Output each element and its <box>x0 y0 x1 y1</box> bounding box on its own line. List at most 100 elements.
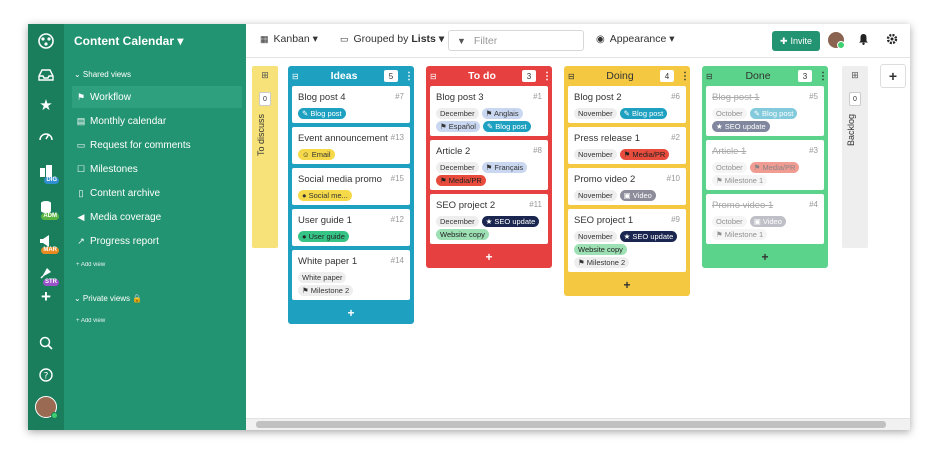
list-name[interactable]: Doing <box>580 70 660 82</box>
task-card[interactable]: SEO project 2 #11 December ★ SEO update Webs… <box>430 194 548 244</box>
member-avatar[interactable] <box>828 32 845 49</box>
card-list: Blog post 4 #7 ✎ Blog post Event announceme… <box>292 86 410 300</box>
sidebar-item-progress-report[interactable]: ↗ Progress report <box>72 230 242 252</box>
task-card[interactable]: Press release 1 #2 November ⚑ Media/PR <box>568 127 686 164</box>
sidebar-item-workflow[interactable]: ⚑ Workflow <box>72 86 242 108</box>
user-avatar[interactable] <box>33 396 59 419</box>
workspace-adm-icon[interactable]: ADM <box>33 196 59 220</box>
list-header: ⊟ Doing 4 ⋮ <box>568 66 690 86</box>
list-count: 3 <box>522 70 536 82</box>
card-list: Blog post 1 #5 October ✎ Blog post ★ SEO upd… <box>706 86 824 244</box>
collapse-icon[interactable]: ⊟ <box>430 72 442 81</box>
card-tags: ● User guide <box>298 231 404 242</box>
logo-icon[interactable] <box>33 30 59 52</box>
add-private-view-button[interactable]: + Add view <box>76 318 105 324</box>
card-title: User guide 1 <box>298 215 352 226</box>
card-number: #3 <box>809 146 818 155</box>
appearance-menu[interactable]: ◉ Appearance ▾ <box>596 33 675 45</box>
inbox-icon[interactable] <box>33 64 59 86</box>
view-switcher[interactable]: ▦ Kanban ▾ <box>260 33 318 45</box>
horizontal-scrollbar[interactable] <box>246 418 910 430</box>
add-workspace-icon[interactable]: + <box>33 286 59 308</box>
list-done: ⊟ Done 3 ⋮ Blog post 1 #5 October ✎ Blog po… <box>702 66 828 268</box>
sidebar-item-media-coverage[interactable]: ◀ Media coverage <box>72 206 242 228</box>
add-card-button[interactable]: + <box>430 248 548 268</box>
add-list-button[interactable]: + <box>880 64 906 88</box>
tag-badge: ● Social me... <box>298 190 352 201</box>
sidebar-item-label: Workflow <box>90 91 131 103</box>
list-name[interactable]: Done <box>718 70 798 82</box>
tag-badge: ⚑ Anglais <box>481 108 523 119</box>
tag-badge: ⚑ Français <box>481 162 528 173</box>
add-card-button[interactable]: + <box>568 276 686 296</box>
task-card[interactable]: Promo video 1 #4 October ▣ Video ⚑ Milestone… <box>706 194 824 244</box>
task-card[interactable]: White paper 1 #14 White paper ⚑ Milestone 2 <box>292 250 410 300</box>
card-number: #14 <box>390 256 404 265</box>
card-title: Promo video 2 <box>574 174 636 185</box>
card-title-row: Article 2 #8 <box>436 146 542 157</box>
workspace-dig-icon[interactable]: DIG <box>33 160 59 184</box>
task-card[interactable]: Blog post 4 #7 ✎ Blog post <box>292 86 410 123</box>
collapse-icon[interactable]: ⊟ <box>568 72 580 81</box>
filter-input[interactable]: ▼ Filter <box>448 30 584 51</box>
more-menu-icon[interactable]: ⋮ <box>680 71 690 82</box>
expand-icon[interactable]: ⊞ <box>842 70 868 81</box>
search-icon[interactable] <box>33 332 59 354</box>
sidebar-item-request-for-comments[interactable]: ▭ Request for comments <box>72 134 242 156</box>
task-card[interactable]: Article 2 #8 December ⚑ Français ⚑ Media/PR <box>430 140 548 190</box>
card-tags: November ▣ Video <box>574 190 680 201</box>
card-number: #7 <box>395 92 404 101</box>
list-count: 4 <box>660 70 674 82</box>
sidebar-item-content-archive[interactable]: ▯ Content archive <box>72 182 242 204</box>
expand-icon[interactable]: ⊞ <box>252 70 278 81</box>
task-card[interactable]: SEO project 1 #9 November ★ SEO update Websi… <box>568 209 686 272</box>
add-shared-view-button[interactable]: + Add view <box>76 262 105 268</box>
private-views-header[interactable]: ⌄ Private views 🔒 <box>74 294 142 303</box>
list-backlog-collapsed[interactable]: ⊞ 0 Backlog <box>842 66 868 248</box>
task-card[interactable]: Blog post 2 #6 November ✎ Blog post <box>568 86 686 123</box>
collapse-icon[interactable]: ⊟ <box>292 72 304 81</box>
sidebar-item-monthly-calendar[interactable]: ▤ Monthly calendar <box>72 110 242 132</box>
bell-icon[interactable] <box>858 33 869 45</box>
tag-badge: November <box>574 108 617 119</box>
card-title: SEO project 2 <box>436 200 496 211</box>
task-card[interactable]: Event announcement #13 ☺ Email <box>292 127 410 164</box>
help-icon[interactable]: ? <box>33 364 59 386</box>
add-card-button[interactable]: + <box>706 248 824 268</box>
tag-badge: ● User guide <box>298 231 349 242</box>
workspace-str-icon[interactable]: STR <box>33 262 59 286</box>
scrollbar-thumb[interactable] <box>256 421 886 428</box>
shared-views-header[interactable]: ⌄ Shared views <box>74 70 131 79</box>
card-title: Article 2 <box>436 146 471 157</box>
list-name[interactable]: Ideas <box>304 70 384 82</box>
invite-button[interactable]: ✚ Invite <box>772 31 820 51</box>
more-menu-icon[interactable]: ⋮ <box>404 71 414 82</box>
settings-gear-icon[interactable] <box>886 33 898 45</box>
collapse-icon[interactable]: ⊟ <box>706 72 718 81</box>
group-by-selector[interactable]: ▭ Grouped by Lists ▾ <box>340 33 444 45</box>
list-name[interactable]: To do <box>442 70 522 82</box>
tag-badge: Website copy <box>436 229 489 240</box>
milestone-icon: ☐ <box>76 163 86 174</box>
card-title-row: SEO project 2 #11 <box>436 200 542 211</box>
project-title[interactable]: Content Calendar ▾ <box>74 34 183 48</box>
sidebar-item-milestones[interactable]: ☐ Milestones <box>72 158 242 180</box>
task-card[interactable]: Blog post 3 #1 December ⚑ Anglais ⚑ Español ✎… <box>430 86 548 136</box>
list-to-discuss-collapsed[interactable]: ⊞ 0 To discuss <box>252 66 278 248</box>
task-card[interactable]: Blog post 1 #5 October ✎ Blog post ★ SEO upd… <box>706 86 824 136</box>
more-menu-icon[interactable]: ⋮ <box>542 71 552 82</box>
main-area: ▦ Kanban ▾ ▭ Grouped by Lists ▾ ▼ Filter… <box>246 24 910 430</box>
dashboard-icon[interactable] <box>33 124 59 146</box>
task-card[interactable]: Social media promo #15 ● Social me... <box>292 168 410 205</box>
task-card[interactable]: User guide 1 #12 ● User guide <box>292 209 410 246</box>
more-menu-icon[interactable]: ⋮ <box>818 71 828 82</box>
task-card[interactable]: Article 1 #3 October ⚑ Media/PR ⚑ Milestone … <box>706 140 824 190</box>
star-icon[interactable]: ★ <box>33 94 59 116</box>
card-tags: ● Social me... <box>298 190 404 201</box>
workspace-mar-icon[interactable]: MAR <box>33 230 59 254</box>
filter-placeholder: Filter <box>473 34 498 47</box>
add-card-button[interactable]: + <box>292 304 410 324</box>
task-card[interactable]: Promo video 2 #10 November ▣ Video <box>568 168 686 205</box>
card-number: #11 <box>529 200 542 209</box>
card-list: Blog post 2 #6 November ✎ Blog post Press re… <box>568 86 686 272</box>
